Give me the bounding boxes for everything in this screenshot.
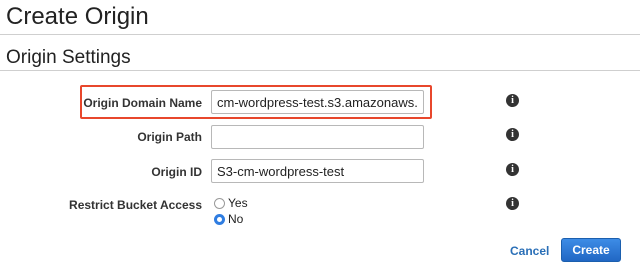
- info-icon[interactable]: i: [506, 197, 519, 210]
- restrict-bucket-access-no[interactable]: No: [214, 212, 243, 226]
- cancel-link[interactable]: Cancel: [510, 244, 549, 258]
- radio-yes-label: Yes: [228, 196, 248, 210]
- origin-domain-name-input[interactable]: [211, 90, 424, 114]
- origin-domain-name-label: Origin Domain Name: [83, 96, 202, 110]
- title-divider: [0, 34, 640, 35]
- page-title: Create Origin: [6, 3, 149, 30]
- restrict-bucket-access-yes[interactable]: Yes: [214, 196, 248, 210]
- section-divider: [0, 70, 640, 71]
- create-button[interactable]: Create: [561, 238, 621, 262]
- origin-path-label: Origin Path: [137, 130, 202, 144]
- origin-id-label: Origin ID: [151, 165, 202, 179]
- origin-path-input[interactable]: [211, 125, 424, 149]
- info-icon[interactable]: i: [506, 163, 519, 176]
- section-title: Origin Settings: [6, 47, 131, 68]
- create-origin-page: Create Origin Origin Settings Origin Dom…: [0, 0, 640, 271]
- info-icon[interactable]: i: [506, 128, 519, 141]
- restrict-bucket-access-label: Restrict Bucket Access: [69, 198, 202, 212]
- origin-id-input[interactable]: [211, 159, 424, 183]
- info-icon[interactable]: i: [506, 94, 519, 107]
- radio-yes[interactable]: [214, 197, 225, 209]
- radio-no[interactable]: [214, 213, 225, 225]
- radio-no-label: No: [228, 212, 244, 226]
